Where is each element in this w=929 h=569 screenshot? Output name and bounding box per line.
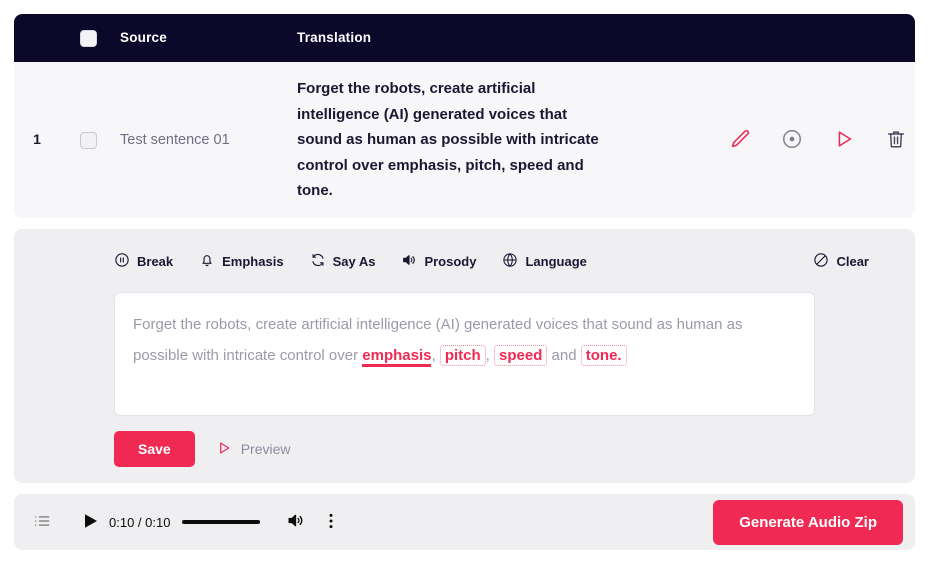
- ssml-textarea[interactable]: Forget the robots, create artificial int…: [114, 292, 815, 416]
- table-header-row: Source Translation: [14, 14, 915, 62]
- playlist-button[interactable]: [32, 511, 52, 534]
- save-button[interactable]: Save: [114, 431, 195, 467]
- player-progress-bar[interactable]: [182, 520, 261, 524]
- preview-play-icon: [216, 440, 232, 459]
- edit-icon: [729, 128, 751, 153]
- preview-button[interactable]: Preview: [214, 436, 293, 463]
- preview-label: Preview: [240, 441, 291, 457]
- tool-break[interactable]: Break: [114, 250, 173, 273]
- markup-emphasis[interactable]: emphasis: [362, 347, 432, 367]
- volume-button[interactable]: [286, 511, 305, 533]
- markup-pitch[interactable]: pitch: [439, 345, 486, 366]
- row-source-text: Test sentence 01: [120, 132, 230, 148]
- tool-emphasis-label: Emphasis: [222, 253, 284, 269]
- player-time: 0:10 / 0:10: [109, 514, 171, 530]
- edit-button[interactable]: [727, 127, 753, 153]
- pause-circle-icon: [114, 252, 130, 271]
- header-source-cell: Source: [116, 29, 296, 47]
- delete-icon: [885, 128, 907, 153]
- play-icon: [84, 513, 98, 532]
- sentence-table: Source Translation 1 Test sentence 01 Fo…: [14, 14, 915, 218]
- row-number-cell: 1: [14, 131, 60, 149]
- record-button[interactable]: [779, 127, 805, 153]
- audio-player-bar: 0:10 / 0:10 Generate Audio Zip: [14, 494, 915, 550]
- markup-speed[interactable]: speed: [494, 345, 548, 366]
- header-source-label: Source: [120, 30, 167, 45]
- volume-icon: [286, 511, 305, 533]
- globe-icon: [502, 252, 518, 271]
- more-vertical-icon: [323, 512, 339, 533]
- row-number: 1: [33, 131, 41, 147]
- row-actions-cell: [705, 127, 915, 153]
- tool-say-as[interactable]: Say As: [310, 250, 376, 273]
- record-icon: [781, 128, 803, 153]
- text-segment-plain-2: ,: [431, 347, 440, 364]
- play-row-button[interactable]: [831, 127, 857, 153]
- tool-prosody-label: Prosody: [424, 253, 477, 269]
- header-translation-cell: Translation: [296, 29, 705, 47]
- text-segment-plain-4: and: [547, 347, 581, 364]
- play-button[interactable]: [84, 513, 98, 532]
- generate-audio-zip-button[interactable]: Generate Audio Zip: [713, 499, 903, 545]
- refresh-icon: [310, 252, 326, 271]
- markup-tone[interactable]: tone.: [580, 345, 627, 366]
- row-translation-text: Forget the robots, create artificial int…: [297, 80, 599, 200]
- select-all-checkbox[interactable]: [79, 29, 97, 47]
- row-select-cell: [60, 131, 116, 149]
- more-options-button[interactable]: [323, 512, 339, 533]
- ssml-text-content: Forget the robots, create artificial int…: [133, 309, 796, 371]
- ssml-toolbar: Break Emphasis Say As Prosody Language C…: [14, 243, 915, 279]
- app-root: Source Translation 1 Test sentence 01 Fo…: [0, 0, 929, 569]
- play-icon: [833, 128, 855, 153]
- tool-language-label: Language: [525, 253, 587, 269]
- ssml-editor-panel: Break Emphasis Say As Prosody Language C…: [14, 229, 915, 483]
- delete-button[interactable]: [883, 127, 909, 153]
- clear-button[interactable]: Clear: [813, 250, 869, 273]
- tool-emphasis[interactable]: Emphasis: [199, 250, 284, 273]
- header-translation-label: Translation: [297, 30, 372, 45]
- clear-label: Clear: [836, 253, 869, 269]
- text-segment-plain-3: ,: [485, 347, 495, 364]
- tool-language[interactable]: Language: [502, 250, 587, 273]
- speaker-icon: [401, 252, 417, 271]
- header-select-all-cell: [60, 29, 116, 47]
- prohibition-icon: [813, 252, 829, 271]
- editor-actions: Save Preview: [114, 431, 815, 467]
- tool-prosody[interactable]: Prosody: [401, 250, 476, 273]
- row-checkbox[interactable]: [79, 131, 97, 149]
- playlist-icon: [32, 511, 52, 534]
- row-source-cell: Test sentence 01: [116, 131, 296, 149]
- table-row: 1 Test sentence 01 Forget the robots, cr…: [14, 62, 915, 218]
- player-controls: 0:10 / 0:10: [32, 511, 339, 534]
- tool-break-label: Break: [137, 253, 174, 269]
- tool-say-as-label: Say As: [332, 253, 376, 269]
- row-translation-cell: Forget the robots, create artificial int…: [296, 68, 705, 212]
- bell-icon: [199, 252, 215, 271]
